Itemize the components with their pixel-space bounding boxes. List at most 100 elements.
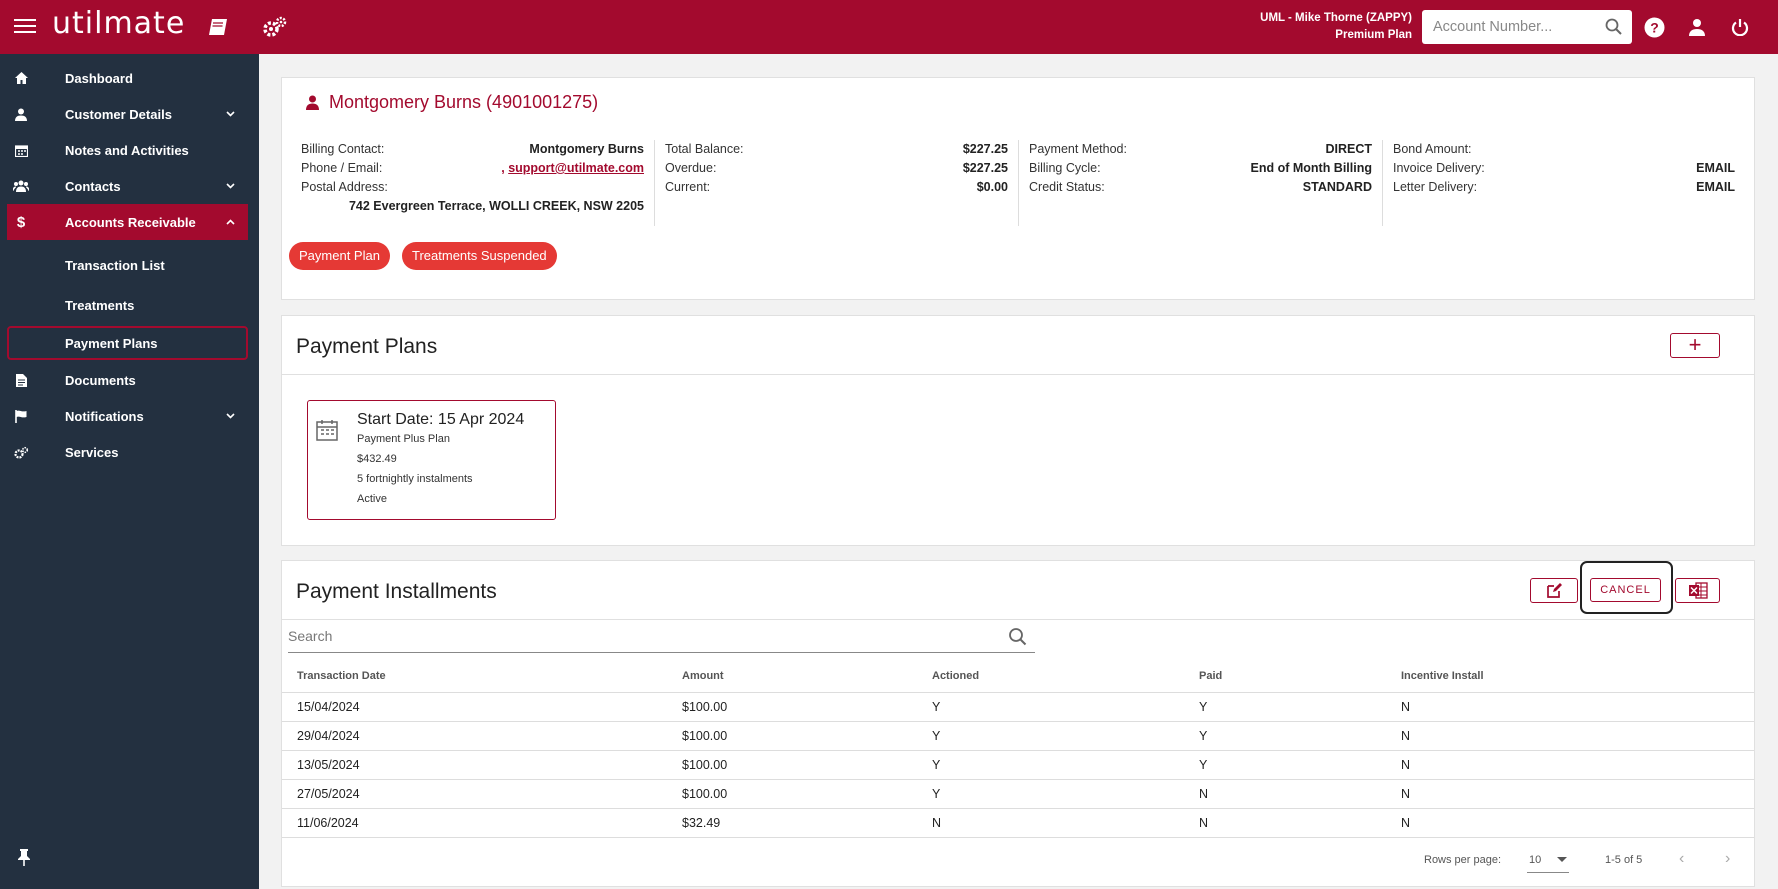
sidebar-subitem-treatments[interactable]: Treatments — [0, 288, 259, 322]
chevron-down-icon — [226, 181, 235, 192]
table-row[interactable]: 29/04/2024 $100.00 Y Y N — [282, 721, 1754, 751]
postal-address-value: 742 Evergreen Terrace, WOLLI CREEK, NSW … — [348, 199, 644, 213]
table-row[interactable]: 27/05/2024 $100.00 Y N N — [282, 779, 1754, 809]
cell-actioned: N — [932, 808, 1199, 838]
billing-info: Payment Method: DIRECT Billing Cycle: End … — [1029, 140, 1383, 226]
plan-start-date: Start Date: 15 Apr 2024 — [357, 411, 525, 428]
sidebar-item-notifications[interactable]: Notifications — [0, 398, 259, 434]
cell-paid: N — [1199, 808, 1401, 838]
table-row[interactable]: 11/06/2024 $32.49 N N N — [282, 808, 1754, 838]
payment-method-label: Payment Method: — [1029, 142, 1127, 156]
column-header-incentive-install[interactable]: Incentive Install — [1401, 661, 1754, 693]
cell-incentive-install: N — [1401, 779, 1754, 809]
contact-info: Billing Contact: Montgomery Burns Phone /… — [301, 140, 655, 226]
phone-email-label: Phone / Email: — [301, 161, 383, 175]
search-icon[interactable] — [1008, 627, 1027, 649]
payment-installments-title: Payment Installments — [296, 580, 497, 603]
power-icon[interactable] — [1727, 14, 1753, 40]
overdue-value: $227.25 — [962, 161, 1008, 175]
top-bar: utilmate UML - Mike Thorne (ZAPPY) Premi… — [0, 0, 1778, 54]
sidebar-item-accounts-receivable[interactable]: $ Accounts Receivable — [7, 204, 248, 240]
cell-incentive-install: N — [1401, 692, 1754, 722]
export-excel-button[interactable] — [1675, 578, 1720, 603]
total-balance-value: $227.25 — [962, 142, 1008, 156]
cell-actioned: Y — [932, 721, 1199, 751]
add-plan-button[interactable]: + — [1670, 333, 1720, 358]
cell-amount: $100.00 — [682, 692, 932, 722]
cell-amount: $100.00 — [682, 721, 932, 751]
cell-paid: Y — [1199, 692, 1401, 722]
pin-icon[interactable] — [18, 849, 30, 869]
plan-installments: 5 fortnightly instalments — [357, 473, 473, 485]
cancel-button[interactable]: CANCEL — [1590, 578, 1661, 602]
cell-transaction-date: 13/05/2024 — [282, 750, 682, 780]
letter-delivery-value: EMAIL — [1696, 180, 1735, 194]
table-row[interactable]: 15/04/2024 $100.00 Y Y N — [282, 692, 1754, 722]
group-icon — [13, 178, 29, 194]
account-number-input[interactable] — [1422, 10, 1592, 44]
plan-tile[interactable]: Start Date: 15 Apr 2024 Payment Plus Pla… — [307, 400, 556, 520]
dropdown-arrow-icon — [1557, 857, 1567, 862]
invoice-delivery-label: Invoice Delivery: — [1393, 161, 1485, 175]
document-icon — [13, 372, 29, 388]
cell-actioned: Y — [932, 692, 1199, 722]
menu-icon[interactable] — [14, 15, 36, 37]
excel-icon — [1688, 582, 1708, 599]
column-header-paid[interactable]: Paid — [1199, 661, 1401, 693]
column-header-transaction-date[interactable]: Transaction Date — [282, 661, 682, 693]
rows-per-page-value: 10 — [1529, 854, 1542, 866]
customer-summary-card: Montgomery Burns (4901001275) Billing Co… — [281, 77, 1755, 300]
invoice-delivery-value: EMAIL — [1696, 161, 1735, 175]
account-icon[interactable] — [1684, 14, 1710, 40]
sidebar-item-documents[interactable]: Documents — [0, 362, 259, 398]
balance-info: Total Balance: $227.25 Overdue: $227.25 Cu… — [665, 140, 1019, 226]
sidebar-item-services[interactable]: Services — [0, 434, 259, 470]
cancel-highlight: CANCEL — [1580, 561, 1673, 614]
sidebar-subitem-payment-plans[interactable]: Payment Plans — [7, 326, 248, 360]
app-logo[interactable]: utilmate — [52, 6, 185, 41]
column-header-actioned[interactable]: Actioned — [932, 661, 1199, 693]
treatments-suspended-badge[interactable]: Treatments Suspended — [402, 242, 557, 270]
table-header-row: Transaction Date Amount Actioned Paid In… — [282, 661, 1754, 693]
sidebar-item-notes-and-activities[interactable]: Notes and Activities — [0, 132, 259, 168]
cogs-icon[interactable] — [262, 14, 288, 40]
cell-incentive-install: N — [1401, 721, 1754, 751]
billing-cycle-label: Billing Cycle: — [1029, 161, 1101, 175]
pagination-range: 1-5 of 5 — [1605, 854, 1643, 866]
sidebar-item-dashboard[interactable]: Dashboard — [0, 60, 259, 96]
letter-delivery-label: Letter Delivery: — [1393, 180, 1478, 194]
cell-transaction-date: 11/06/2024 — [282, 808, 682, 838]
home-icon — [13, 70, 29, 86]
cell-paid: Y — [1199, 750, 1401, 780]
delivery-info: Bond Amount: Invoice Delivery: EMAIL Lett… — [1393, 140, 1735, 226]
cell-amount: $32.49 — [682, 808, 932, 838]
cell-paid: N — [1199, 779, 1401, 809]
help-icon[interactable]: ? — [1641, 14, 1667, 40]
book-icon[interactable] — [205, 14, 231, 40]
next-page-icon[interactable]: › — [1725, 850, 1730, 868]
table-row[interactable]: 13/05/2024 $100.00 Y Y N — [282, 750, 1754, 780]
search-icon[interactable] — [1605, 18, 1622, 38]
payment-plans-card: Payment Plans + Start Date: 15 Apr 2024 … — [281, 315, 1755, 546]
sidebar-item-customer-details[interactable]: Customer Details — [0, 96, 259, 132]
plan-amount: $432.49 — [357, 453, 397, 465]
edit-button[interactable] — [1530, 578, 1578, 603]
table-pagination: Rows per page: 10 1-5 of 5 ‹ › — [282, 839, 1754, 883]
payment-plan-badge[interactable]: Payment Plan — [289, 242, 390, 270]
rows-per-page-select[interactable]: 10 — [1527, 847, 1569, 873]
sidebar-subitem-transaction-list[interactable]: Transaction List — [0, 248, 259, 282]
account-search — [1422, 10, 1632, 44]
customer-name: Montgomery Burns (4901001275) — [329, 92, 599, 112]
prev-page-icon[interactable]: ‹ — [1679, 850, 1684, 868]
cell-incentive-install: N — [1401, 808, 1754, 838]
person-icon — [13, 106, 29, 122]
billing-cycle-value: End of Month Billing — [1250, 161, 1373, 175]
email-link[interactable]: support@utilmate.com — [508, 161, 644, 175]
column-header-amount[interactable]: Amount — [682, 661, 932, 693]
billing-contact-label: Billing Contact: — [301, 142, 385, 156]
chevron-up-icon — [226, 217, 235, 228]
total-balance-label: Total Balance: — [665, 142, 744, 156]
sidebar-item-contacts[interactable]: Contacts — [0, 168, 259, 204]
plan-name: Payment Plus Plan — [357, 433, 450, 445]
search-input[interactable] — [288, 621, 988, 651]
